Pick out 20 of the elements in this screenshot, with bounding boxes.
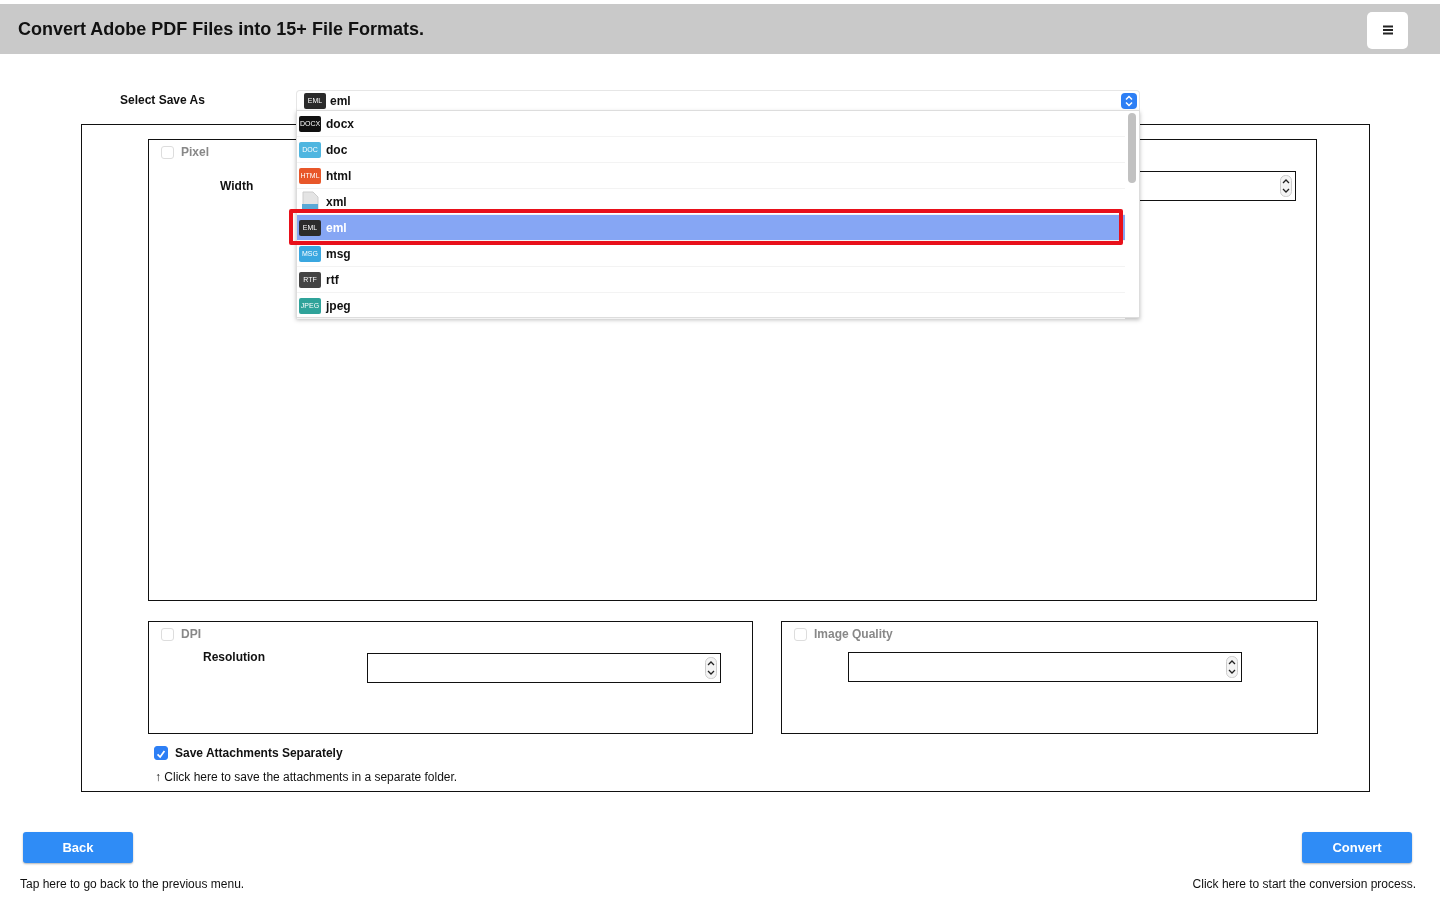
field-label: Width: [220, 179, 254, 193]
checkbox-label: Pixel: [181, 145, 210, 159]
spinner-icon[interactable]: [705, 657, 717, 679]
field-label: Select Save As: [120, 93, 206, 107]
number-field[interactable]: [367, 653, 721, 683]
checkbox-label: DPI: [181, 627, 201, 641]
page-title: Convert Adobe PDF Files into 15+ File Formats.: [18, 18, 424, 40]
hint-text: Tap here to go back to the previous menu.: [20, 877, 245, 891]
hint-text: Click here to start the conversion process.: [1192, 877, 1416, 891]
menu-icon: [1381, 25, 1394, 35]
spinner-icon[interactable]: [1280, 175, 1292, 197]
hint-text: ↑ Click here to save the attachments in a separate folder.: [155, 770, 459, 784]
scrollbar[interactable]: [1128, 113, 1136, 183]
number-field[interactable]: [848, 652, 1242, 682]
menu-button[interactable]: [1367, 11, 1408, 49]
field-label: Resolution: [203, 650, 266, 664]
checkbox-label: Image Quality: [814, 627, 893, 641]
spinner-icon[interactable]: [1226, 656, 1238, 678]
checkbox-label: Save Attachments Separately: [175, 746, 343, 760]
checkbox[interactable]: [154, 746, 168, 760]
